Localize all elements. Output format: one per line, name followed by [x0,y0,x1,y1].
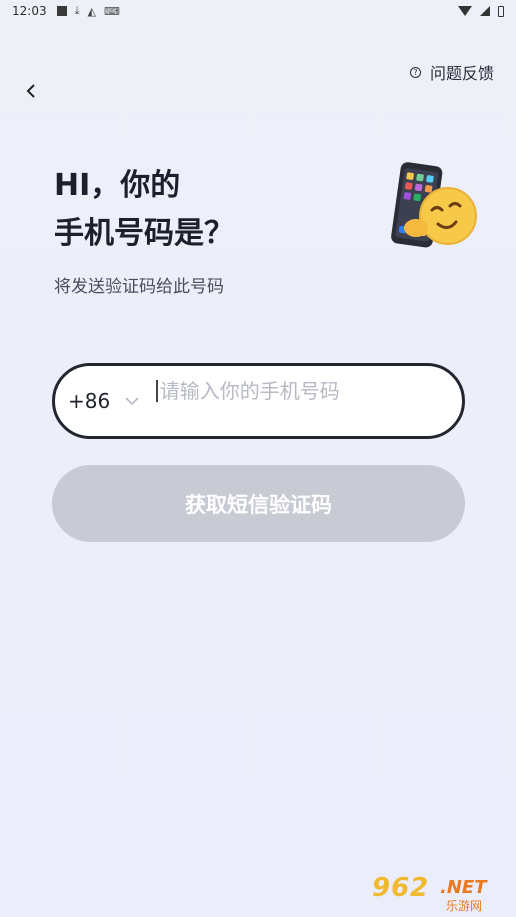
status-time: 12:03 [12,4,47,18]
phone-number-input[interactable] [159,379,410,403]
chevron-down-icon[interactable] [124,396,140,406]
chevron-left-icon [26,84,35,98]
page-subtitle: 将发送验证码给此号码 [54,277,224,297]
page-title: HI，你的 手机号码是？ [54,162,234,258]
watermark-caption: 乐游网 [446,899,483,913]
back-button[interactable] [18,78,44,104]
get-sms-code-button[interactable]: 获取短信验证码 [52,465,465,542]
signal-icon [480,6,490,16]
title-line-1: HI，你的 [54,168,181,203]
title-line-2: 手机号码是？ [54,216,234,251]
watermark-number: 962 [372,873,430,903]
question-circle-icon: ? [409,66,421,78]
wifi-icon [458,6,472,16]
text-cursor [156,380,158,402]
battery-icon [498,5,504,17]
a-icon: ◭ [87,4,96,18]
phone-input-box[interactable]: +86 [52,363,465,439]
watermark-suffix: .NET [440,877,487,898]
feedback-link[interactable]: ? 问题反馈 [409,60,494,84]
status-bar: 12:03 ⤓ ◭ ⌨ [0,0,516,22]
feedback-label: 问题反馈 [429,64,494,83]
phone-emoji-illustration [391,162,477,248]
watermark-logo: 962 .NET 乐游网 [370,873,510,913]
keyboard-icon: ⌨ [103,4,120,18]
download-icon: ⤓ [74,4,80,17]
country-code-selector[interactable]: +86 [68,389,110,413]
square-icon [56,6,67,16]
